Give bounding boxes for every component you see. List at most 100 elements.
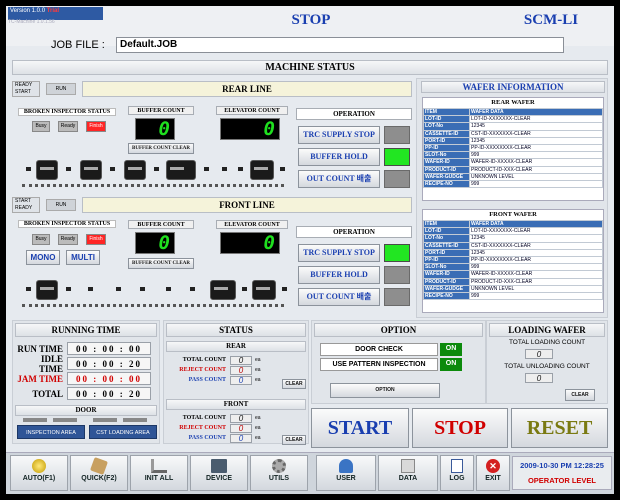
front-busy-chip: Busy (32, 234, 50, 245)
rear-status-clear-button[interactable]: CLEAR (282, 379, 306, 389)
front-wafer-box: FRONT WAFER ITEM WAFER DATA LOT-ID LOT-ID-X… (422, 209, 604, 313)
wafer-data-cell: PP-ID-XXXXXXXX-CLEAR (469, 143, 603, 153)
wafer-table-row: SLOT-No 999 (423, 263, 603, 272)
status-rear-title: REAR (166, 341, 306, 352)
idle-time-label: IDLE TIME (38, 353, 63, 374)
rear-dot (204, 167, 209, 171)
device-label: DEVICE (205, 475, 233, 482)
front-buffer-hold-button[interactable]: BUFFER HOLD (298, 266, 380, 284)
log-label: LOG (449, 475, 465, 482)
device-button[interactable]: DEVICE (190, 455, 248, 491)
rear-ready-start: READY START (12, 81, 40, 97)
unit-label: ea (255, 435, 261, 441)
front-wafer-title: FRONT WAFER (489, 211, 537, 218)
front-trc-supply-stop-button[interactable]: TRC SUPPLY STOP (298, 244, 380, 262)
front-sensor-2 (210, 280, 236, 300)
user-button[interactable]: USER (316, 455, 376, 491)
front-bis-title: BROKEN INSPECTOR STATUS (18, 220, 116, 228)
wafer-table-row: WAFER-ID WAFER-ID-XXXXX-CLEAR (423, 158, 603, 167)
wafer-data-cell: UNKNOWN LEVEL (469, 172, 603, 181)
quick-icon (90, 457, 108, 475)
rear-operation-title: OPERATION (296, 108, 412, 120)
door-check-toggle[interactable]: ON (440, 343, 462, 356)
auto-button[interactable]: AUTO(F1) (10, 455, 68, 491)
door-indicator (123, 418, 147, 422)
rear-buffer-counter: 0 (135, 118, 175, 140)
wafer-data-cell: WAFER-ID-XXXXX-CLEAR (469, 158, 603, 167)
init-icon (151, 459, 167, 473)
total-time-row: TOTAL 00 : 00 : 20 (17, 386, 157, 401)
wafer-item-cell: PORT-ID (423, 136, 470, 145)
init-all-button[interactable]: INIT ALL (130, 455, 188, 491)
wafer-table-row: PORT-ID 12345 (423, 248, 603, 257)
run-time-label: RUN TIME (17, 343, 63, 354)
stop-button[interactable]: STOP (412, 408, 508, 448)
rear-buffer-clear-button[interactable]: BUFFER COUNT CLEAR (128, 143, 194, 154)
idle-time-row: IDLE TIME 00 : 00 : 20 (17, 353, 157, 374)
wafer-data-cell: LOT-ID-XXXXXXX-CLEAR (469, 227, 603, 236)
rear-trc-supply-stop-button[interactable]: TRC SUPPLY STOP (298, 126, 380, 144)
wafer-item-cell: LOT-ID (423, 115, 470, 124)
exit-button[interactable]: ✕ EXIT (476, 455, 510, 491)
start-button[interactable]: START (311, 408, 409, 448)
wafer-table-row: PP-ID PP-ID-XXXXXXXX-CLEAR (423, 255, 603, 265)
wafer-item-cell: RECIPE-NO (423, 179, 470, 189)
wafer-data-cell: LOT-ID-XXXXXXX-CLEAR (469, 115, 603, 124)
front-buffer-title: BUFFER COUNT (128, 220, 194, 229)
door-title: DOOR (15, 405, 157, 416)
rear-sensor-3 (124, 160, 146, 180)
total-unloading-label: TOTAL UNLOADING COUNT (504, 363, 590, 370)
rear-buffer-hold-button[interactable]: BUFFER HOLD (298, 148, 380, 166)
rear-wafer-box: REAR WAFER ITEM WAFER DATA LOT-ID LOT-ID-XX… (422, 97, 604, 201)
wafer-table-row: LOT-ID LOT-ID-XXXXXXX-CLEAR (423, 227, 603, 236)
wafer-item-cell: SLOT-No (423, 151, 470, 160)
rear-operation: OPERATION TRC SUPPLY STOP BUFFER HOLD OU… (296, 108, 412, 192)
rear-buffer-hold-lamp (384, 148, 410, 166)
job-file-field[interactable]: Default.JOB (116, 37, 564, 53)
status-title: STATUS (166, 323, 306, 337)
exit-label: EXIT (485, 475, 501, 482)
inspection-area-door: INSPECTION AREA (17, 425, 85, 439)
loading-wafer-panel: LOADING WAFER TOTAL LOADING COUNT 0 TOTA… (486, 320, 608, 404)
rear-busy-chip: Busy (32, 121, 50, 132)
rear-buffer-title: BUFFER COUNT (128, 106, 194, 115)
mono-button[interactable]: MONO (26, 250, 60, 265)
machine-status-title: MACHINE STATUS (12, 60, 608, 75)
front-dot (166, 287, 171, 291)
use-pattern-toggle[interactable]: ON (440, 358, 462, 371)
utils-button[interactable]: UTILS (250, 455, 308, 491)
rear-out-count-button[interactable]: OUT COUNT 배출 (298, 170, 380, 188)
wafer-data-cell: CST-ID-XXXXXXX-CLEAR (469, 129, 603, 138)
rear-dot (238, 167, 243, 171)
wafer-table-row: LOT-No 12345 (423, 234, 603, 243)
wafer-item-cell: WAFER-GUDGE (423, 284, 470, 293)
option-button[interactable]: OPTION (330, 383, 440, 398)
wafer-data-cell: 12345 (469, 136, 603, 145)
data-button[interactable]: DATA (378, 455, 438, 491)
front-status-clear-button[interactable]: CLEAR (282, 435, 306, 445)
front-elevator: ELEVATOR COUNT 0 (216, 220, 288, 260)
reset-button[interactable]: RESET (511, 408, 608, 448)
wafer-item-cell: RECIPE-NO (423, 291, 470, 301)
rear-reject-value: 0 (230, 365, 252, 375)
run-time-value: 00 : 00 : 00 (67, 342, 151, 355)
front-buffer-clear-button[interactable]: BUFFER COUNT CLEAR (128, 258, 194, 269)
multi-button[interactable]: MULTI (66, 250, 100, 265)
front-dot (26, 287, 31, 291)
status-front-title: FRONT (166, 399, 306, 410)
wafer-table-row: SLOT-No 999 (423, 151, 603, 160)
quick-button[interactable]: QUICK(F2) (70, 455, 128, 491)
log-button[interactable]: LOG (440, 455, 474, 491)
door-indicator (53, 418, 77, 422)
wafer-table-row: RECIPE-NO 999 (423, 179, 603, 189)
wafer-data-cell: PRODUCT-ID-XXX-CLEAR (469, 277, 603, 286)
wafer-item-cell: PP-ID (423, 143, 470, 153)
rear-start-label: START (15, 89, 31, 95)
front-out-count-button[interactable]: OUT COUNT 배출 (298, 288, 380, 306)
front-pass-label: PASS COUNT (188, 435, 226, 441)
rear-ready-chip: Ready (58, 121, 78, 132)
loading-clear-button[interactable]: CLEAR (565, 389, 595, 401)
front-run-indicator: RUN (46, 199, 76, 211)
wafer-item-cell: WAFER-ID (423, 158, 470, 167)
front-finish-chip: Finish (86, 234, 106, 245)
